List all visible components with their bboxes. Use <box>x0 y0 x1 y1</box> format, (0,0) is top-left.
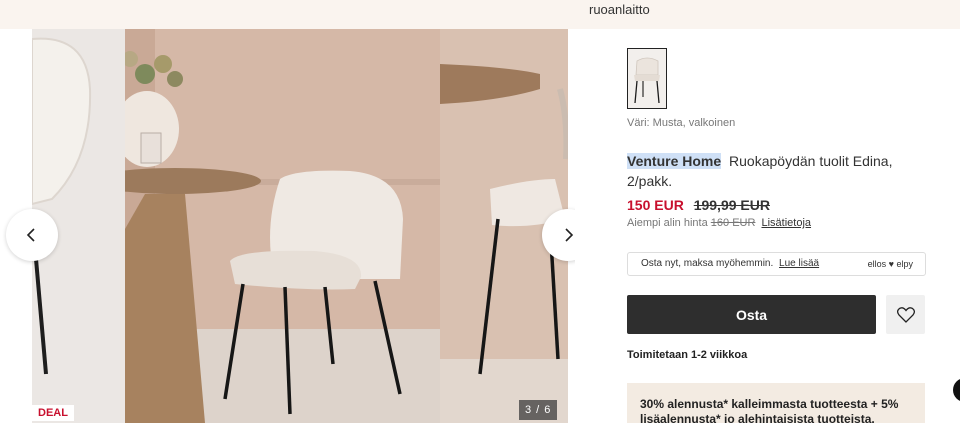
delivery-time: Toimitetaan 1-2 viikkoa <box>627 349 748 361</box>
read-more-link[interactable]: Lue lisää <box>779 258 819 269</box>
payment-info-box: Osta nyt, maksa myöhemmin. Lue lisää ell… <box>627 252 926 276</box>
payment-provider-logo: ellos ♥ elpy <box>867 259 913 269</box>
chat-button[interactable] <box>953 378 960 402</box>
current-price: 150 EUR <box>627 197 684 213</box>
top-bar: ruoanlaitto <box>0 0 960 29</box>
more-info-link[interactable]: Lisätietoja <box>761 217 811 229</box>
lowest-price-value: 160 EUR <box>710 217 756 229</box>
promo-text: 30% alennusta* kalleimmasta tuotteesta +… <box>640 397 899 423</box>
gallery-image-main[interactable] <box>125 29 440 423</box>
category-link[interactable]: ruoanlaitto <box>589 2 650 17</box>
promo-banner: 30% alennusta* kalleimmasta tuotteesta +… <box>627 383 925 423</box>
chevron-right-icon <box>565 228 574 242</box>
gallery-counter: 3 / 6 <box>519 400 558 420</box>
price-row: 150 EUR 199,99 EUR <box>627 197 770 213</box>
pay-later-text: Osta nyt, maksa myöhemmin. Lue lisää <box>641 258 819 269</box>
color-label: Väri: Musta, valkoinen <box>627 117 736 129</box>
chevron-left-icon <box>26 228 35 242</box>
color-variant-thumbnail[interactable] <box>627 48 667 109</box>
pay-later-label: Osta nyt, maksa myöhemmin. <box>641 258 774 269</box>
product-gallery: 3 / 6 DEAL <box>0 29 575 423</box>
favorite-button[interactable] <box>886 295 925 334</box>
buy-button[interactable]: Osta <box>627 295 876 334</box>
lowest-price-label: Aiempi alin hinta <box>627 217 708 229</box>
original-price: 199,99 EUR <box>693 197 770 213</box>
product-title: Venture Home Ruokapöydän tuolit Edina, 2… <box>627 151 917 191</box>
deal-badge: DEAL <box>32 405 74 421</box>
heart-icon <box>896 306 915 323</box>
brand-name[interactable]: Venture Home <box>627 153 722 169</box>
gallery-prev-button[interactable] <box>6 209 58 261</box>
lowest-price-line: Aiempi alin hinta 160 EUR Lisätietoja <box>627 217 811 229</box>
